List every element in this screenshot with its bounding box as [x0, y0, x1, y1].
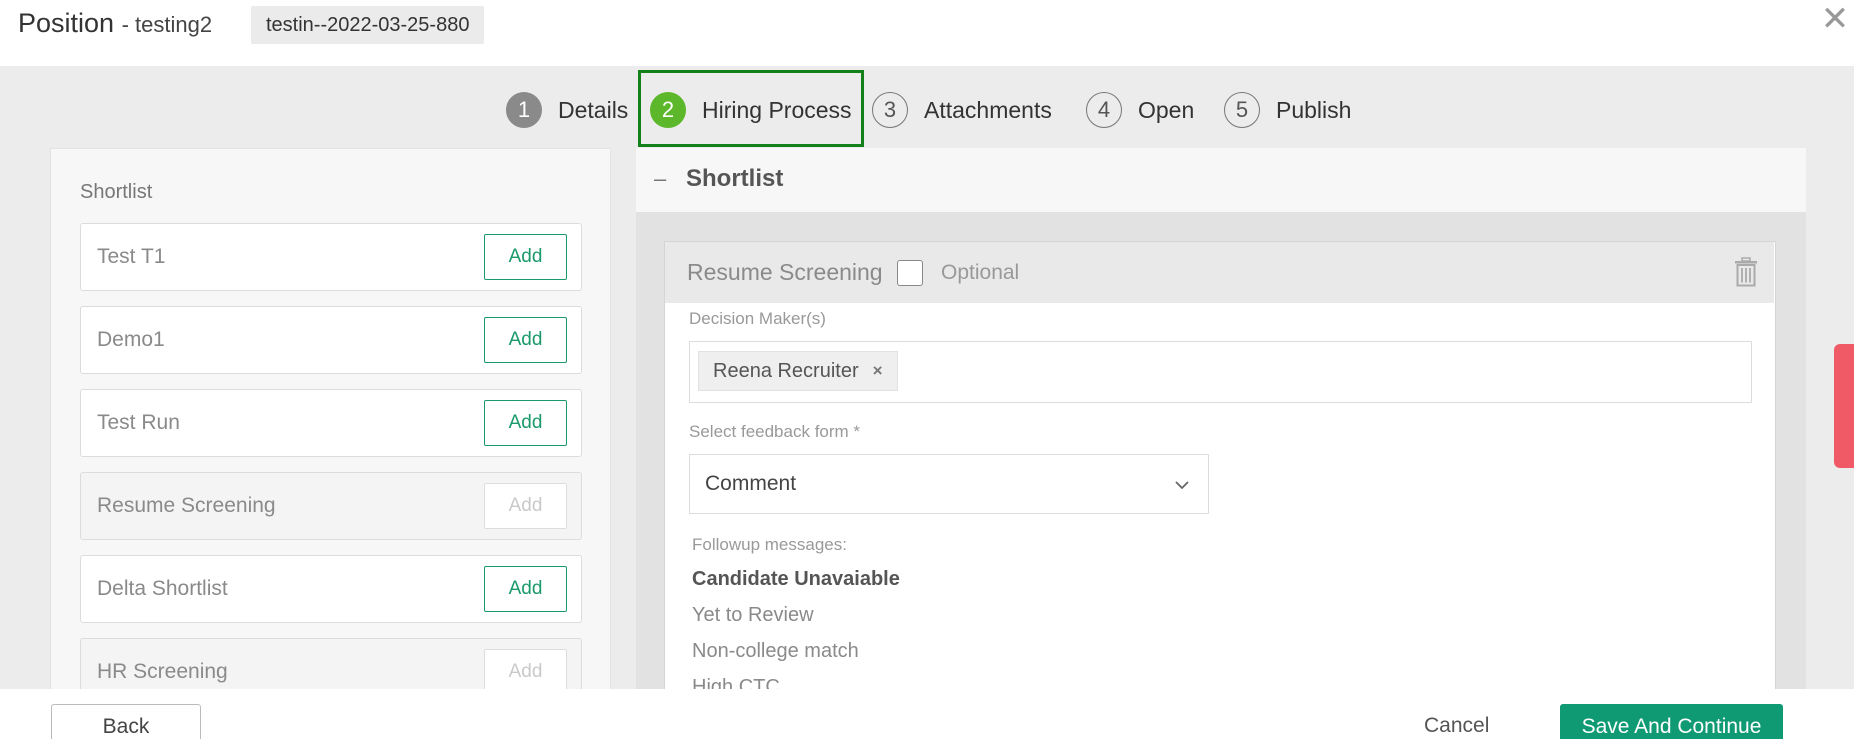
- modal-footer: Back Cancel Save And Continue: [0, 689, 1854, 739]
- step-publish[interactable]: 5 Publish: [1224, 90, 1351, 130]
- list-item: Test T1 Add: [80, 223, 582, 291]
- followup-message[interactable]: High CTC: [692, 676, 780, 689]
- cancel-button[interactable]: Cancel: [1424, 714, 1489, 738]
- remove-chip-icon[interactable]: ×: [873, 361, 883, 381]
- chip-label: Reena Recruiter: [713, 359, 859, 382]
- add-stage-button[interactable]: Add: [484, 400, 567, 446]
- add-stage-button[interactable]: Add: [484, 566, 567, 612]
- decision-makers-input[interactable]: Reena Recruiter ×: [689, 341, 1752, 403]
- optional-label: Optional: [941, 261, 1020, 284]
- page-title: Position - testing2: [18, 8, 212, 39]
- save-and-continue-button[interactable]: Save And Continue: [1560, 704, 1783, 739]
- step-label: Attachments: [924, 96, 1052, 123]
- step-label: Hiring Process: [702, 96, 852, 123]
- selected-value: Comment: [705, 472, 797, 495]
- followup-label: Followup messages:: [692, 535, 847, 554]
- position-code-badge: testin--2022-03-25-880: [251, 6, 485, 44]
- stage-name: Demo1: [97, 328, 165, 351]
- stage-name: Delta Shortlist: [97, 577, 228, 600]
- add-stage-button: Add: [484, 483, 567, 529]
- decision-maker-chip: Reena Recruiter ×: [698, 351, 898, 391]
- content-area: 1 Details 2 Hiring Process 3 Attachments…: [0, 66, 1854, 689]
- step-open[interactable]: 4 Open: [1086, 90, 1194, 130]
- stage-config-card: Resume Screening Optional Decision Maker…: [664, 241, 1776, 689]
- add-stage-button[interactable]: Add: [484, 234, 567, 280]
- section-title: Shortlist: [686, 165, 784, 192]
- collapse-icon[interactable]: –: [654, 166, 666, 192]
- list-item: Delta Shortlist Add: [80, 555, 582, 623]
- page-subtitle: - testing2: [121, 12, 213, 37]
- step-label: Open: [1138, 96, 1195, 123]
- wizard-stepper: 1 Details 2 Hiring Process 3 Attachments…: [0, 66, 1854, 148]
- feedback-form-label: Select feedback form *: [689, 422, 861, 441]
- stage-name: Resume Screening: [97, 494, 276, 517]
- section-header[interactable]: – Shortlist: [636, 148, 1806, 212]
- followup-message[interactable]: Non-college match: [692, 640, 859, 663]
- stage-name: HR Screening: [97, 660, 228, 683]
- page-title-main: Position: [18, 8, 115, 38]
- feedback-side-tab[interactable]: [1834, 344, 1854, 468]
- step-number: 2: [650, 92, 686, 128]
- step-label: Publish: [1276, 96, 1352, 123]
- chevron-down-icon: [1175, 481, 1189, 490]
- stage-library-panel: Shortlist Test T1 Add Demo1 Add Test Run…: [50, 148, 611, 689]
- step-attachments[interactable]: 3 Attachments: [872, 90, 1052, 130]
- list-item: Demo1 Add: [80, 306, 582, 374]
- followup-message[interactable]: Yet to Review: [692, 604, 814, 627]
- hiring-process-panel: – Shortlist Resume Screening Optional De…: [636, 148, 1806, 689]
- stage-name: Test T1: [97, 245, 166, 268]
- step-details[interactable]: 1 Details: [506, 90, 628, 130]
- trash-icon[interactable]: [1734, 257, 1758, 287]
- decision-makers-label: Decision Maker(s): [689, 309, 826, 328]
- optional-checkbox[interactable]: [897, 260, 923, 286]
- stage-card-header: Resume Screening Optional: [665, 242, 1774, 303]
- step-number: 1: [506, 92, 542, 128]
- step-number: 4: [1086, 92, 1122, 128]
- stage-name: Test Run: [97, 411, 180, 434]
- list-item: Test Run Add: [80, 389, 582, 457]
- list-item: HR Screening Add: [80, 638, 582, 689]
- add-stage-button: Add: [484, 649, 567, 689]
- panel-title: Shortlist: [80, 181, 153, 203]
- list-item: Resume Screening Add: [80, 472, 582, 540]
- step-number: 5: [1224, 92, 1260, 128]
- add-stage-button[interactable]: Add: [484, 317, 567, 363]
- feedback-form-select[interactable]: Comment: [689, 454, 1209, 514]
- back-button[interactable]: Back: [51, 704, 201, 739]
- stage-card-title: Resume Screening: [687, 259, 883, 285]
- close-icon[interactable]: ✕: [1820, 2, 1850, 36]
- followup-message[interactable]: Candidate Unavaiable: [692, 568, 900, 591]
- step-hiring-process[interactable]: 2 Hiring Process: [650, 90, 852, 130]
- modal-header: Position - testing2 testin--2022-03-25-8…: [0, 0, 1854, 66]
- step-label: Details: [558, 96, 629, 123]
- step-number: 3: [872, 92, 908, 128]
